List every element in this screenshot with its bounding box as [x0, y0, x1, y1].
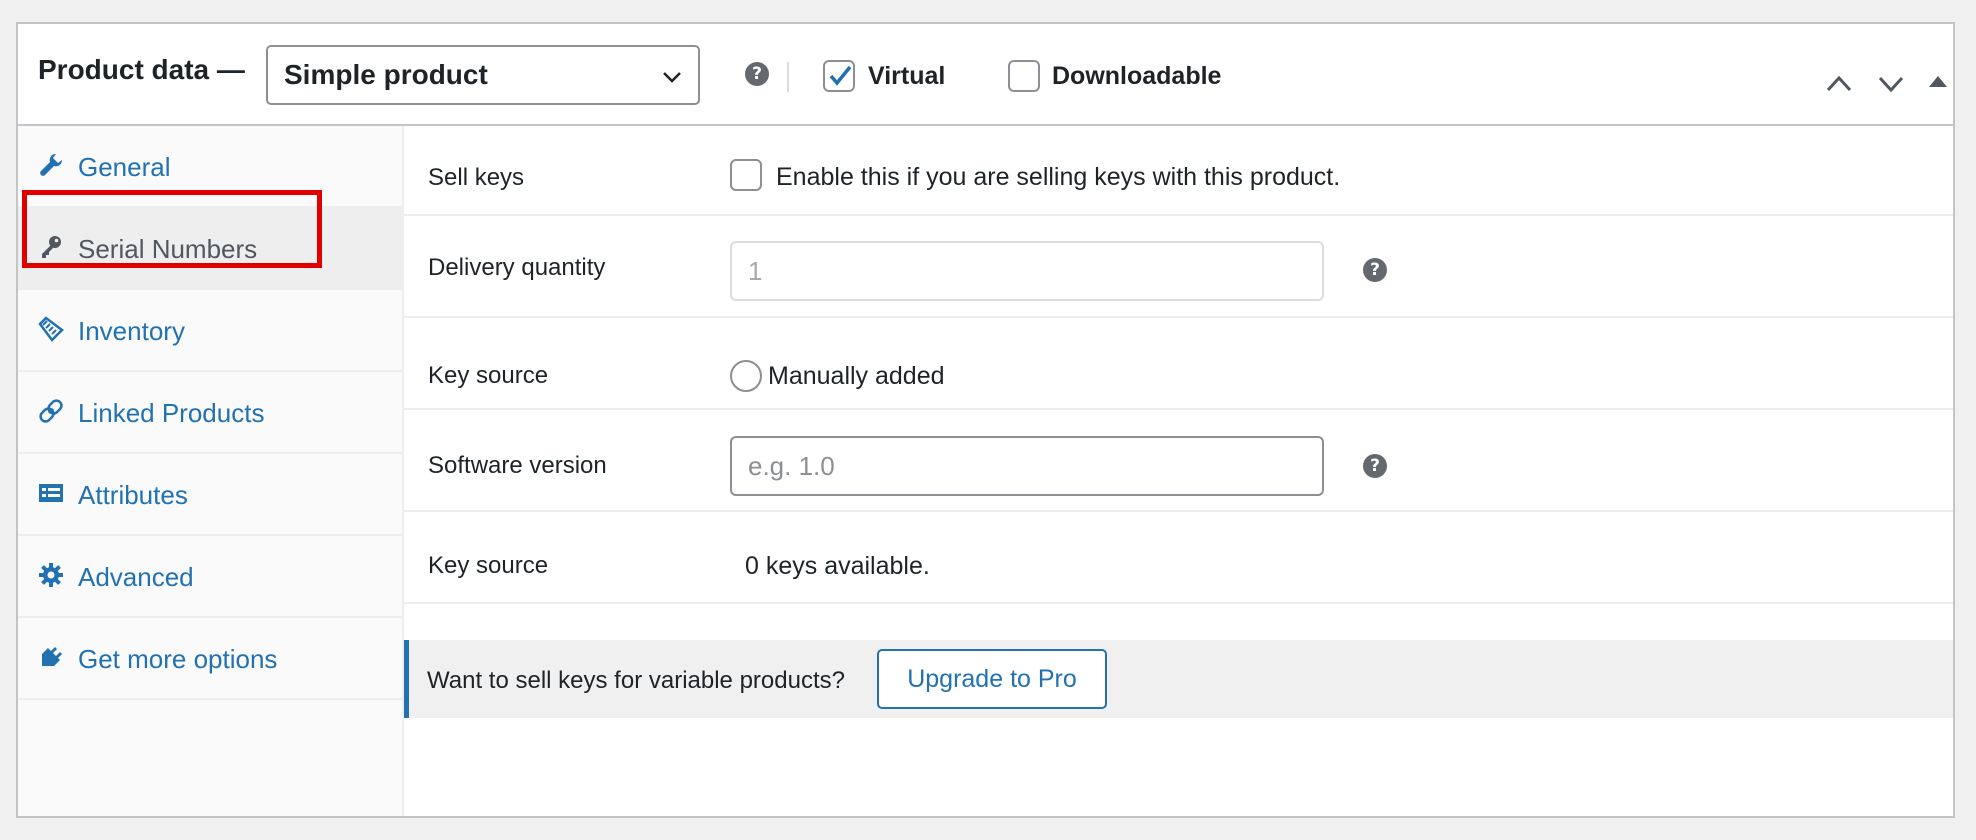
upgrade-notice: Want to sell keys for variable products?… — [404, 640, 1953, 718]
tab-serial-numbers[interactable]: Serial Numbers — [18, 208, 402, 290]
software-version-label: Software version — [428, 452, 607, 479]
key-source-label: Key source — [428, 362, 549, 389]
downloadable-label: Downloadable — [1052, 62, 1222, 90]
sell-keys-checkbox[interactable] — [730, 159, 762, 191]
delivery-quantity-input[interactable]: 1 — [730, 241, 1324, 301]
help-icon[interactable]: ? — [745, 62, 769, 86]
delivery-quantity-row: Delivery quantity 1 ? — [404, 216, 1953, 318]
virtual-checkbox[interactable] — [823, 60, 855, 92]
manually-added-radio[interactable] — [730, 360, 762, 392]
downloadable-checkbox[interactable] — [1008, 60, 1040, 92]
tab-inventory[interactable]: Inventory — [18, 290, 402, 372]
tab-label: Linked Products — [78, 398, 265, 428]
manually-added-label: Manually added — [768, 362, 945, 390]
divider — [787, 62, 789, 92]
key-icon — [42, 236, 61, 258]
tab-advanced[interactable]: Advanced — [18, 536, 402, 618]
tag-icon — [38, 316, 64, 342]
wrench-icon — [40, 153, 63, 176]
tab-label: Get more options — [78, 644, 278, 674]
chevron-down-icon — [663, 72, 681, 83]
software-version-row: Software version e.g. 1.0 ? — [404, 410, 1953, 512]
tab-label: Inventory — [78, 316, 185, 346]
gear-icon — [39, 563, 63, 587]
key-source-count-row: Key source 0 keys available. — [404, 512, 1953, 604]
sell-keys-description: Enable this if you are selling keys with… — [776, 163, 1341, 191]
upgrade-to-pro-button[interactable]: Upgrade to Pro — [877, 649, 1107, 709]
checkmark-icon — [829, 65, 852, 86]
link-icon — [39, 399, 63, 423]
serial-numbers-panel: Sell keys Enable this if you are selling… — [404, 126, 1953, 816]
tab-general[interactable]: General — [18, 126, 402, 208]
virtual-label: Virtual — [868, 62, 946, 90]
help-icon[interactable]: ? — [1363, 258, 1387, 282]
list-icon — [39, 484, 63, 502]
panel-header: Product data — Simple product ? Virtual … — [18, 24, 1953, 126]
sell-keys-row: Sell keys Enable this if you are selling… — [404, 126, 1953, 216]
delivery-quantity-label: Delivery quantity — [428, 254, 606, 281]
key-source-label: Key source — [428, 552, 549, 579]
chevron-up-icon[interactable] — [1824, 68, 1854, 98]
tab-attributes[interactable]: Attributes — [18, 454, 402, 536]
tab-label: Advanced — [78, 562, 194, 592]
tab-get-more-options[interactable]: Get more options — [18, 618, 402, 700]
tab-label: Serial Numbers — [78, 234, 258, 264]
chevron-down-icon[interactable] — [1876, 68, 1906, 98]
product-data-tabs: General Serial Numbers Inventory Linked … — [18, 126, 404, 816]
collapse-triangle-icon[interactable] — [1927, 70, 1949, 92]
sell-keys-label: Sell keys — [428, 164, 525, 191]
product-type-value: Simple product — [284, 59, 488, 90]
tab-label: Attributes — [78, 480, 188, 510]
tab-linked-products[interactable]: Linked Products — [18, 372, 402, 454]
panel-title: Product data — — [38, 54, 245, 85]
key-source-row: Key source Manually added — [404, 318, 1953, 410]
tab-label: General — [78, 152, 171, 182]
help-icon[interactable]: ? — [1363, 454, 1387, 478]
plugin-icon — [42, 647, 62, 666]
product-data-panel: Product data — Simple product ? Virtual … — [16, 22, 1955, 818]
keys-available-text: 0 keys available. — [745, 552, 930, 580]
upgrade-message: Want to sell keys for variable products? — [427, 667, 845, 694]
software-version-input[interactable]: e.g. 1.0 — [730, 436, 1324, 496]
product-type-select[interactable]: Simple product — [266, 45, 700, 105]
